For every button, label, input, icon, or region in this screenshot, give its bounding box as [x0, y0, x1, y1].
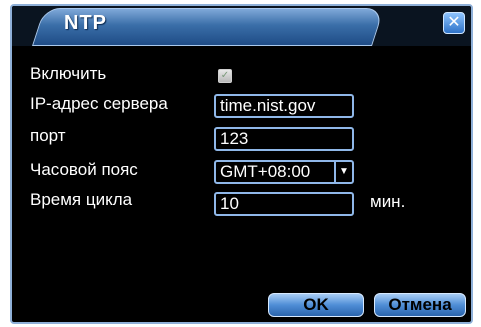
server-input[interactable]: time.nist.gov — [214, 94, 354, 118]
port-input[interactable]: 123 — [214, 127, 354, 151]
server-label: IP-адрес сервера — [30, 94, 168, 113]
timezone-select[interactable]: GMT+08:00 ▼ — [214, 160, 354, 184]
cycle-input[interactable]: 10 — [214, 192, 354, 216]
enable-label: Включить — [30, 64, 107, 83]
cancel-button[interactable]: Отмена — [374, 293, 466, 317]
ok-button[interactable]: OK — [268, 293, 364, 317]
enable-checkbox[interactable]: ✓ — [218, 69, 232, 83]
dialog-title: NTP — [64, 12, 107, 34]
cycle-label: Время цикла — [30, 190, 133, 209]
timezone-label: Часовой пояс — [30, 160, 138, 179]
close-icon[interactable]: ✕ — [443, 12, 465, 34]
timezone-value: GMT+08:00 — [220, 162, 311, 181]
port-label: порт — [30, 126, 66, 145]
ntp-dialog: NTP ✕ Включить ✓ IP-адрес сервера time.n… — [10, 4, 473, 324]
cycle-unit: мин. — [370, 192, 406, 211]
title-bar: NTP ✕ — [12, 6, 471, 46]
chevron-down-icon[interactable]: ▼ — [334, 162, 352, 182]
